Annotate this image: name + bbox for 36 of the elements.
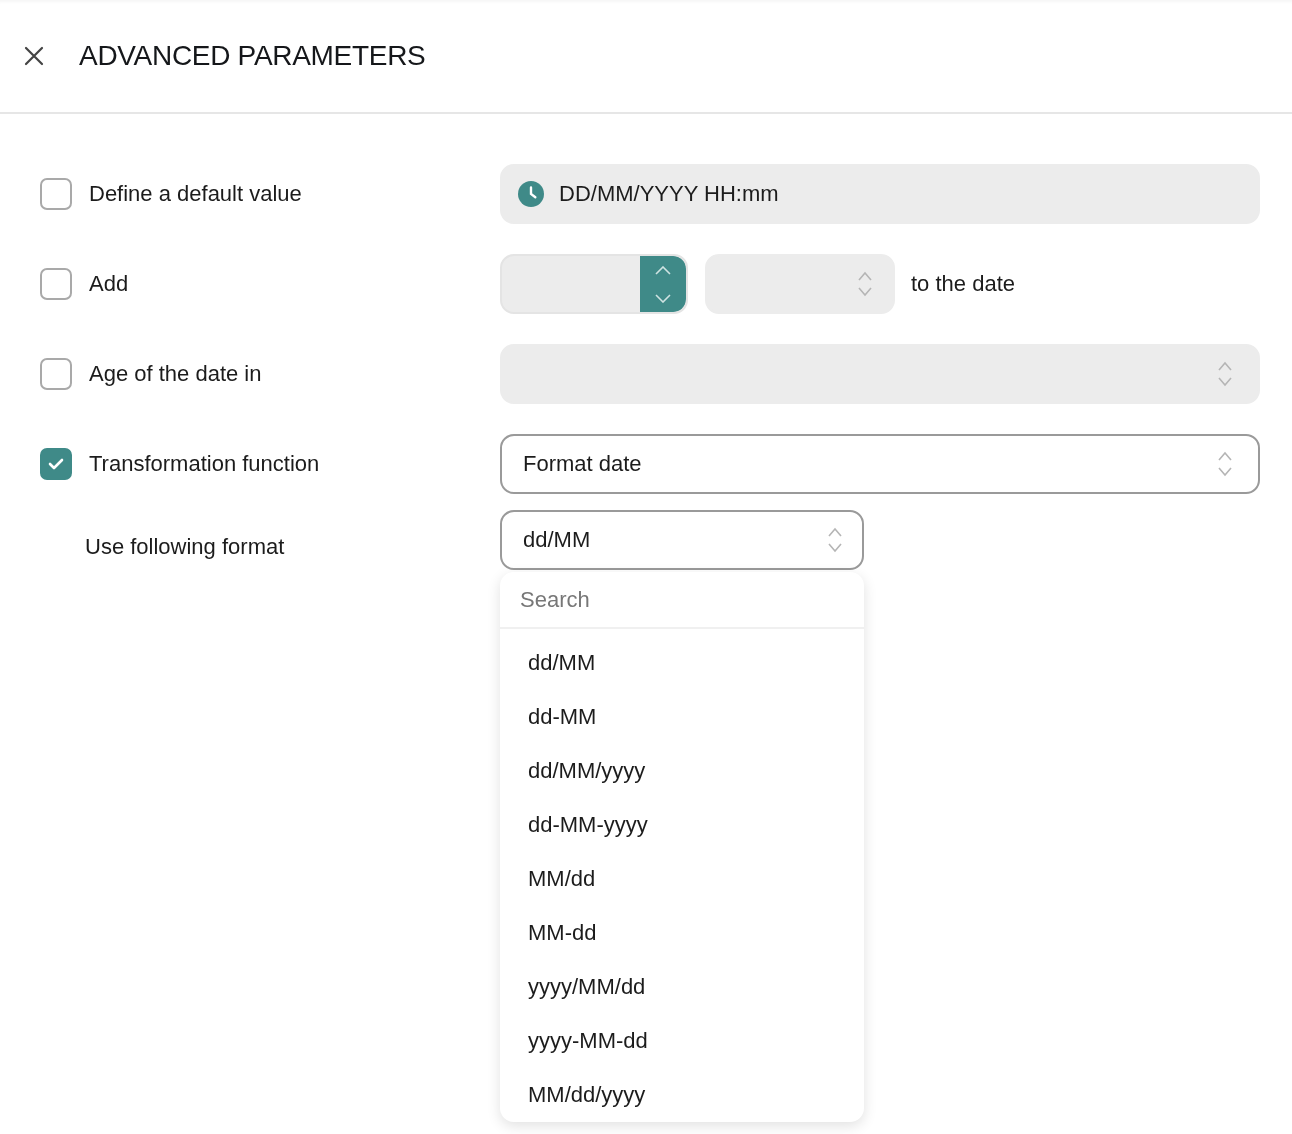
clock-icon xyxy=(518,181,544,207)
dropdown-option[interactable]: yyyy-MM-dd xyxy=(500,1014,864,1068)
checkbox[interactable] xyxy=(40,178,72,210)
option-label: Age of the date in xyxy=(89,361,262,387)
select-field[interactable]: Format date xyxy=(500,434,1260,494)
option-label: Transformation function xyxy=(89,451,320,477)
format-label: Use following format xyxy=(85,534,285,560)
up-down-chevron-icon xyxy=(858,271,872,297)
close-button[interactable] xyxy=(22,44,46,68)
chevron-up-icon xyxy=(655,265,671,275)
up-down-chevron-icon xyxy=(828,527,842,553)
close-icon xyxy=(24,46,44,66)
up-down-chevron-icon xyxy=(1218,361,1232,387)
dropdown-option[interactable]: MM/dd xyxy=(500,852,864,906)
checkbox[interactable] xyxy=(40,268,72,300)
date-field[interactable]: DD/MM/YYYY HH:mm xyxy=(500,164,1260,224)
option-label: Define a default value xyxy=(89,181,302,207)
dropdown-option[interactable]: dd/MM xyxy=(500,636,864,690)
select-field[interactable] xyxy=(500,344,1260,404)
dropdown-option[interactable]: MM-dd xyxy=(500,906,864,960)
search-field[interactable]: Search xyxy=(500,572,864,629)
format-select[interactable]: dd/MM xyxy=(500,510,864,570)
dropdown-option[interactable]: MM/dd/yyyy xyxy=(500,1068,864,1122)
dropdown-option[interactable]: yyyy/MM/dd xyxy=(500,960,864,1014)
checkbox[interactable] xyxy=(40,358,72,390)
dropdown-option[interactable]: dd/MM/yyyy xyxy=(500,744,864,798)
chevron-down-icon xyxy=(655,293,671,303)
number-field[interactable] xyxy=(500,254,688,314)
dropdown-option[interactable]: dd-MM-yyyy xyxy=(500,798,864,852)
suffix-label: to the date xyxy=(911,271,1015,297)
check-icon xyxy=(48,458,64,470)
dropdown-option[interactable]: dd-MM xyxy=(500,690,864,744)
dialog-title: ADVANCED PARAMETERS xyxy=(79,40,426,72)
option-label: Add xyxy=(89,271,129,297)
checkbox[interactable] xyxy=(40,448,72,480)
up-down-chevron-icon xyxy=(1218,451,1232,477)
